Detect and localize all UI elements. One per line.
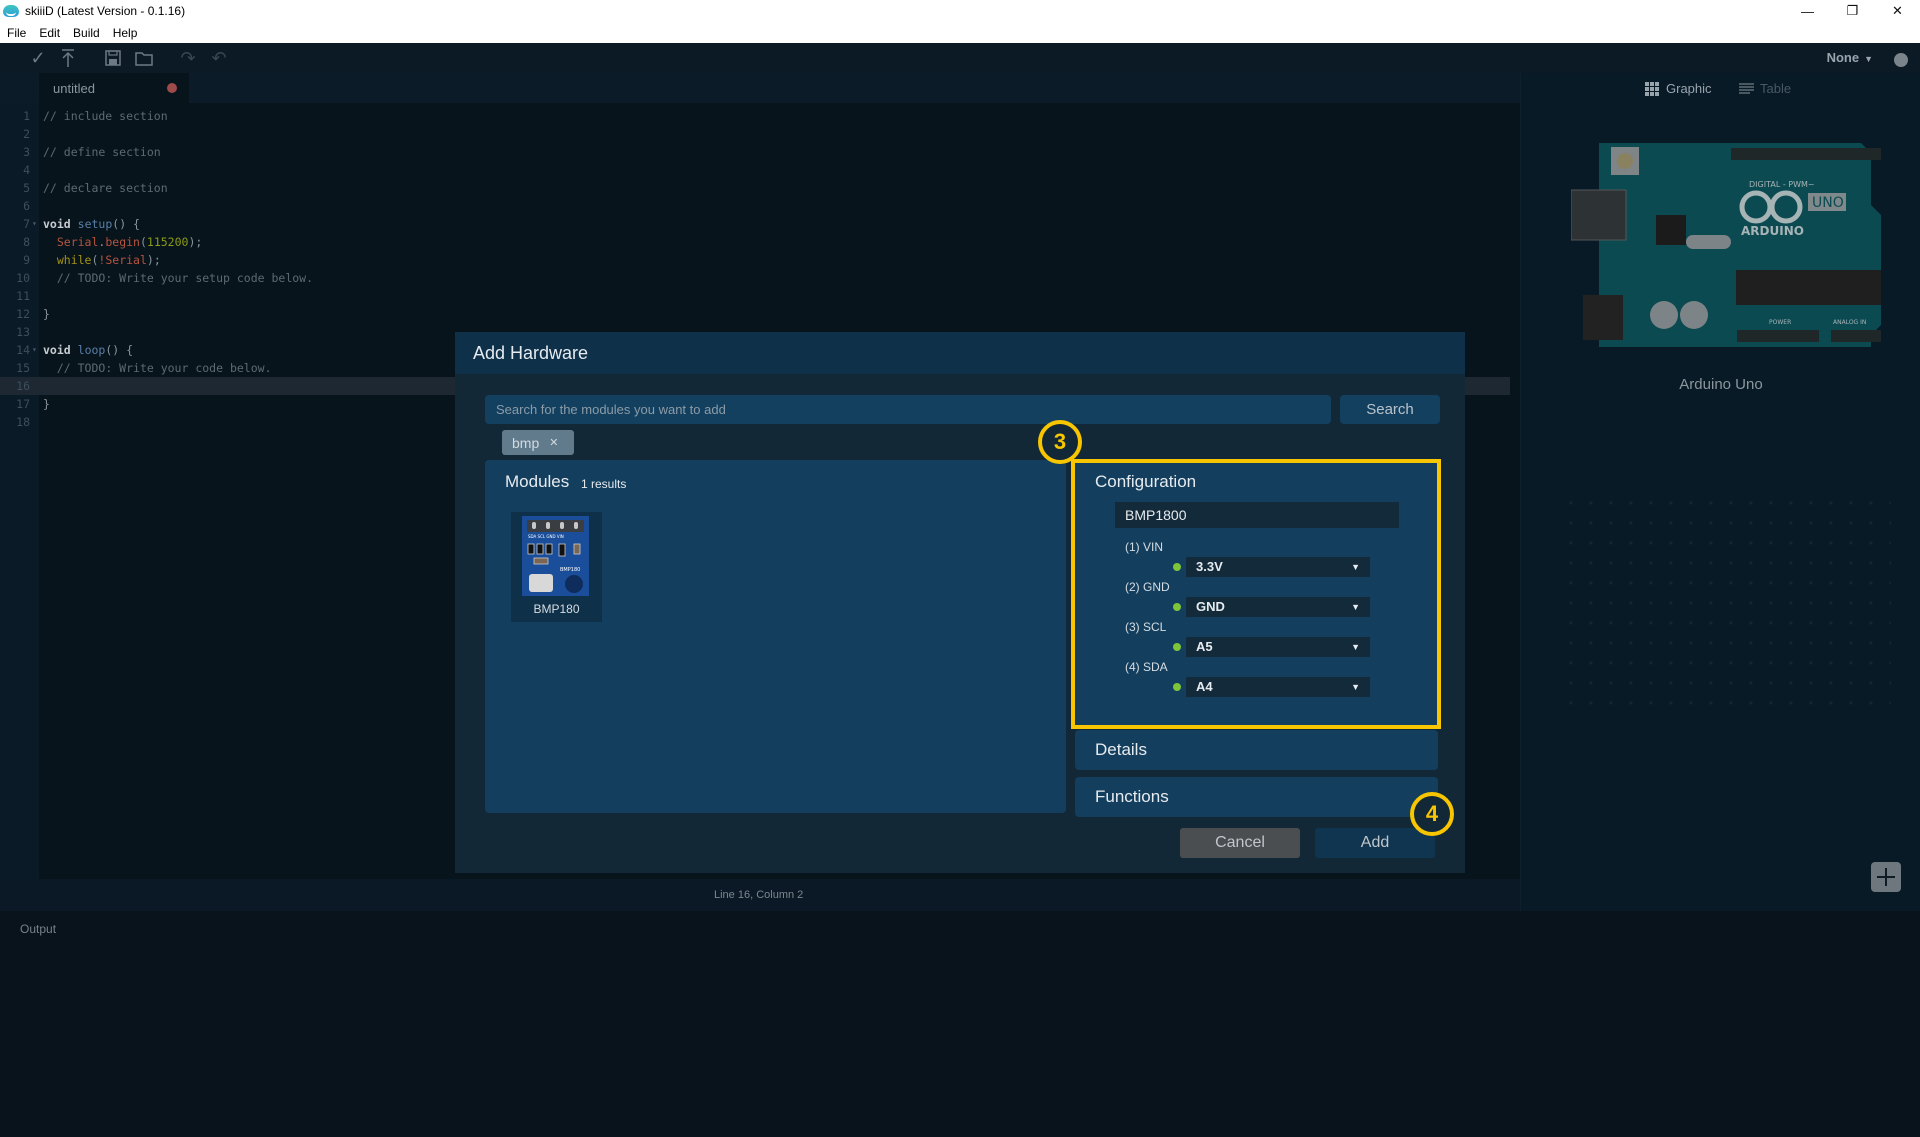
filter-chip-label: bmp xyxy=(512,434,540,451)
step-badge-3: 3 xyxy=(1038,420,1082,464)
module-card-bmp180[interactable]: SDA SCL GND VIN BMP180 BMP180 xyxy=(511,512,602,622)
svg-text:BMP180: BMP180 xyxy=(560,567,580,573)
modules-panel: Modules 1 results SDA SCL GND VIN BMP180… xyxy=(485,460,1066,813)
dialog-header: Add Hardware xyxy=(455,332,1465,374)
step-badge-4: 4 xyxy=(1410,792,1454,836)
add-button[interactable]: Add xyxy=(1315,828,1435,858)
modules-result-count: 1 results xyxy=(581,477,627,491)
module-search-input[interactable] xyxy=(485,395,1331,424)
details-title: Details xyxy=(1095,740,1147,759)
bmp180-module-image: SDA SCL GND VIN BMP180 xyxy=(522,516,589,596)
modules-title: Modules xyxy=(505,472,570,491)
cancel-button[interactable]: Cancel xyxy=(1180,828,1300,858)
module-name: BMP180 xyxy=(533,602,580,616)
remove-filter-icon[interactable]: ✕ xyxy=(549,436,558,449)
modal-overlay: Add Hardware Search bmp ✕ Modules 1 resu… xyxy=(0,0,1920,1137)
search-button[interactable]: Search xyxy=(1340,395,1440,424)
dialog-title: Add Hardware xyxy=(473,343,589,363)
configuration-highlight xyxy=(1071,459,1441,729)
details-section[interactable]: Details xyxy=(1075,730,1438,770)
functions-title: Functions xyxy=(1095,787,1169,806)
svg-text:SDA SCL GND VIN: SDA SCL GND VIN xyxy=(528,534,564,539)
functions-section[interactable]: Functions xyxy=(1075,777,1438,817)
filter-chip: bmp ✕ xyxy=(502,430,574,455)
